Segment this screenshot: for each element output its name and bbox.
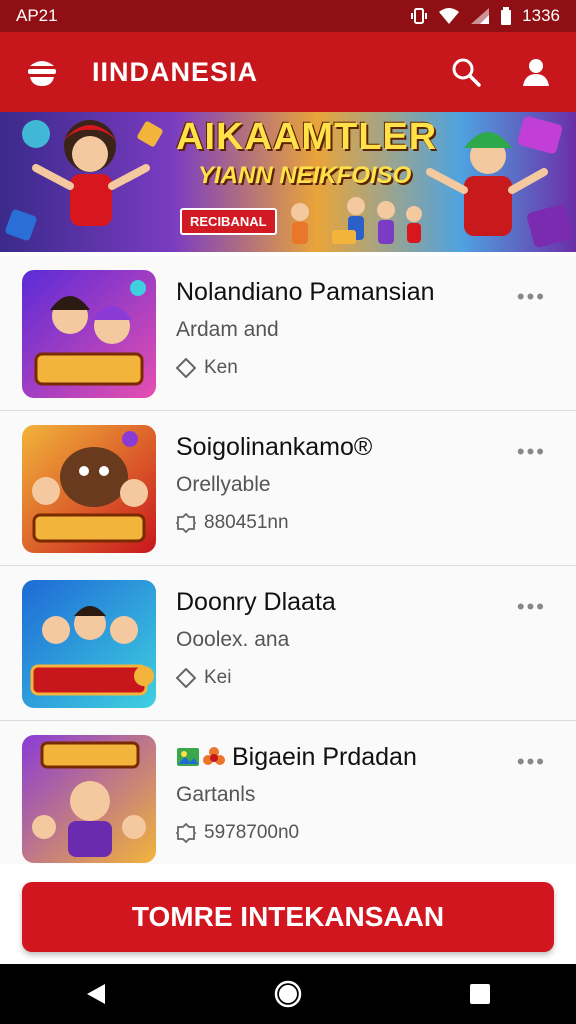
battery-icon [500,6,512,26]
item-title: Bigaein Prdadan [176,743,417,772]
item-subtitle: Ardam and [176,318,279,341]
status-bar: AP21 1336 [0,0,576,32]
app-title: IINDANESIA [92,56,259,87]
list-item[interactable]: Bigaein Prdadan Gartanls 5978700n0 ••• [0,721,576,876]
menu-icon [28,61,56,86]
item-title: Doonry Dlaata [176,588,336,616]
item-title-text: Bigaein Prdadan [232,743,417,771]
item-meta: 880451nn [176,512,289,534]
search-button[interactable] [450,56,482,88]
more-options-button[interactable]: ••• [517,439,546,465]
game-thumbnail [22,735,156,863]
back-icon [87,984,105,1004]
gear-icon [176,823,196,843]
more-options-button[interactable]: ••• [517,284,546,310]
recents-button[interactable] [460,974,500,1014]
banner-subtitle: YIANN NEIKFOISO [198,162,412,189]
back-button[interactable] [76,974,116,1014]
banner-badge: RECIBANAL [180,208,277,235]
item-meta-label: 880451nn [204,512,289,533]
item-subtitle: Ooolex. ana [176,628,290,651]
item-meta-label: Ken [204,357,238,378]
recents-icon [470,984,490,1004]
game-list: Nolandiano Pamansian Ardam and Ken ••• S… [0,256,576,876]
more-options-button[interactable]: ••• [517,594,546,620]
primary-cta-button[interactable]: TOMRE INTEKANSAAN [22,882,554,952]
list-item[interactable]: Nolandiano Pamansian Ardam and Ken ••• [0,256,576,411]
gear-icon [176,513,196,533]
app-bar: IINDANESIA [0,32,576,112]
item-title: Soigolinankamo® [176,433,373,461]
item-subtitle: Orellyable [176,473,271,496]
item-meta: Kei [176,667,231,689]
vibrate-icon [410,6,428,26]
flower-icon [203,747,225,766]
item-subtitle: Gartanls [176,783,256,806]
picture-icon [177,748,199,767]
list-item[interactable]: Doonry Dlaata Ooolex. ana Kei ••• [0,566,576,721]
profile-icon [523,59,549,86]
game-thumbnail [22,580,156,708]
item-meta: 5978700n0 [176,822,299,844]
item-meta-label: 5978700n0 [204,822,300,843]
status-icons: 1336 [410,6,560,26]
title-emoji-icons [176,746,226,770]
menu-button[interactable] [24,54,60,90]
cta-container: TOMRE INTEKANSAAN [0,864,576,964]
status-time: AP21 [16,6,58,25]
banner-title: AIKAAMTLER [176,116,438,158]
profile-button[interactable] [520,56,552,88]
tag-icon [176,358,196,378]
list-item[interactable]: Soigolinankamo® Orellyable 880451nn ••• [0,411,576,566]
item-meta: Ken [176,357,238,379]
battery-level: 1336 [522,6,560,25]
item-title: Nolandiano Pamansian [176,278,435,306]
wifi-icon [438,6,460,26]
tag-icon [176,668,196,688]
game-thumbnail [22,425,156,553]
promo-banner[interactable]: AIKAAMTLER YIANN NEIKFOISO RECIBANAL [0,112,576,252]
item-meta-label: Kei [204,667,232,688]
signal-icon [470,6,490,26]
game-thumbnail [22,270,156,398]
more-options-button[interactable]: ••• [517,749,546,775]
system-nav-bar [0,964,576,1024]
home-button[interactable] [268,974,308,1014]
home-icon [274,980,302,1008]
search-icon [452,58,481,87]
